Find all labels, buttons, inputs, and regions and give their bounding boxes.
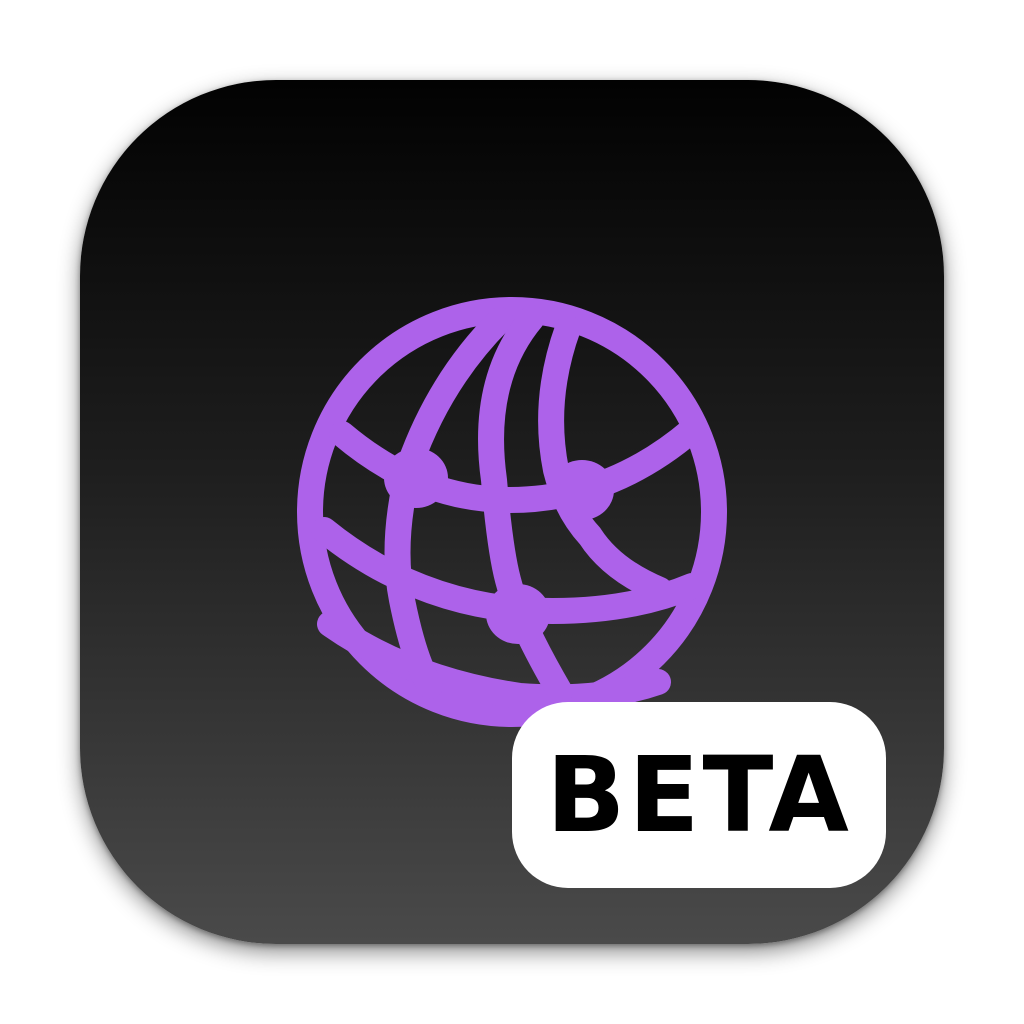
- beta-badge: BETA: [512, 702, 886, 888]
- icon-canvas: BETA: [0, 0, 1024, 1024]
- app-icon[interactable]: BETA: [80, 80, 944, 944]
- beta-label: BETA: [546, 734, 852, 856]
